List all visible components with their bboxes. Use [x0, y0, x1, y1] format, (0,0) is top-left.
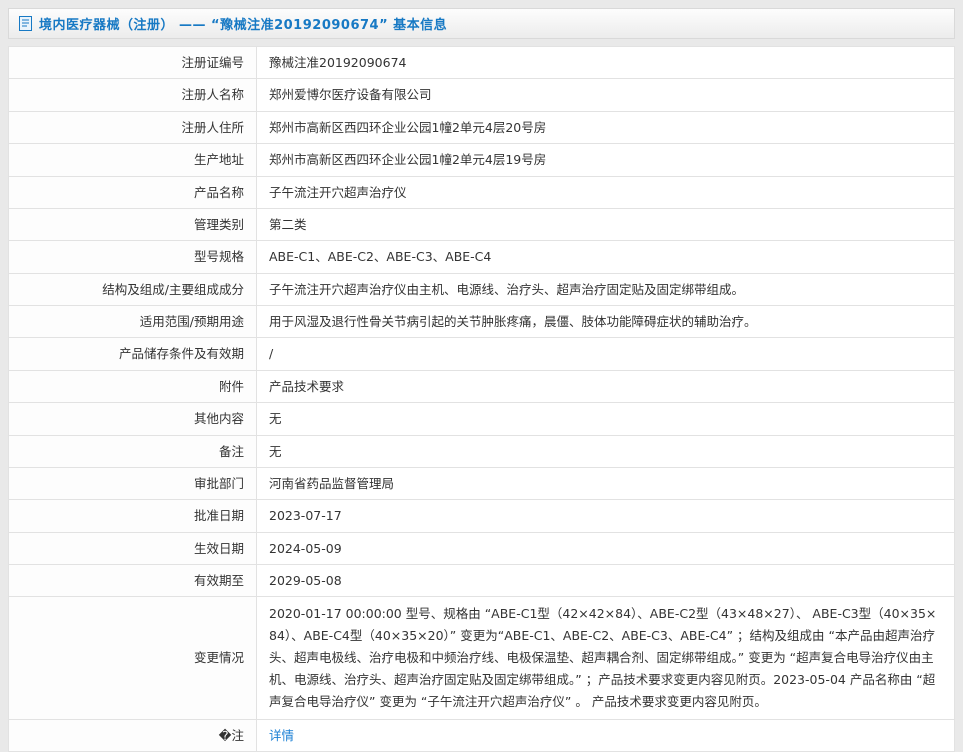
table-row: 其他内容 无 — [9, 403, 955, 435]
row-label: 审批部门 — [9, 467, 257, 499]
row-label: 产品名称 — [9, 176, 257, 208]
table-row: 生产地址 郑州市高新区西四环企业公园1幢2单元4层19号房 — [9, 144, 955, 176]
document-icon — [19, 16, 32, 31]
row-label: 产品储存条件及有效期 — [9, 338, 257, 370]
row-label: 注册证编号 — [9, 47, 257, 79]
page-title: 境内医疗器械（注册） —— “豫械注准20192090674” 基本信息 — [39, 14, 447, 33]
row-value: 河南省药品监督管理局 — [257, 467, 955, 499]
row-label: 生产地址 — [9, 144, 257, 176]
row-label: 适用范围/预期用途 — [9, 306, 257, 338]
table-row: 型号规格 ABE-C1、ABE-C2、ABE-C3、ABE-C4 — [9, 241, 955, 273]
table-row: 备注 无 — [9, 435, 955, 467]
details-link[interactable]: 详情 — [269, 728, 294, 743]
table-row: 结构及组成/主要组成成分 子午流注开穴超声治疗仪由主机、电源线、治疗头、超声治疗… — [9, 273, 955, 305]
table-row: 有效期至 2029-05-08 — [9, 565, 955, 597]
table-row: 生效日期 2024-05-09 — [9, 532, 955, 564]
row-value: 用于风湿及退行性骨关节病引起的关节肿胀疼痛，晨僵、肢体功能障碍症状的辅助治疗。 — [257, 306, 955, 338]
table-row: 附件 产品技术要求 — [9, 370, 955, 402]
table-row: 审批部门 河南省药品监督管理局 — [9, 467, 955, 499]
table-row: 产品储存条件及有效期 / — [9, 338, 955, 370]
row-value: 子午流注开穴超声治疗仪 — [257, 176, 955, 208]
row-label: 备注 — [9, 435, 257, 467]
row-label: 型号规格 — [9, 241, 257, 273]
row-label: 有效期至 — [9, 565, 257, 597]
table-row: �注 详情 — [9, 719, 955, 751]
table-row: 注册人住所 郑州市高新区西四环企业公园1幢2单元4层20号房 — [9, 111, 955, 143]
row-label: �注 — [9, 719, 257, 751]
row-value: 豫械注准20192090674 — [257, 47, 955, 79]
row-label: 结构及组成/主要组成成分 — [9, 273, 257, 305]
row-value: 2029-05-08 — [257, 565, 955, 597]
row-value: / — [257, 338, 955, 370]
row-value: 无 — [257, 403, 955, 435]
page: 境内医疗器械（注册） —— “豫械注准20192090674” 基本信息 注册证… — [0, 0, 963, 658]
row-value: 2024-05-09 — [257, 532, 955, 564]
page-header: 境内医疗器械（注册） —— “豫械注准20192090674” 基本信息 — [8, 8, 955, 39]
table-row: 注册人名称 郑州爱博尔医疗设备有限公司 — [9, 79, 955, 111]
row-label: 其他内容 — [9, 403, 257, 435]
row-value: 2023-07-17 — [257, 500, 955, 532]
row-value: 郑州市高新区西四环企业公园1幢2单元4层19号房 — [257, 144, 955, 176]
row-label: 注册人住所 — [9, 111, 257, 143]
row-label: 生效日期 — [9, 532, 257, 564]
row-value: 第二类 — [257, 208, 955, 240]
row-label: 变更情况 — [9, 597, 257, 719]
row-value: ABE-C1、ABE-C2、ABE-C3、ABE-C4 — [257, 241, 955, 273]
row-value: 无 — [257, 435, 955, 467]
row-label: 批准日期 — [9, 500, 257, 532]
row-value: 子午流注开穴超声治疗仪由主机、电源线、治疗头、超声治疗固定贴及固定绑带组成。 — [257, 273, 955, 305]
row-value: 郑州爱博尔医疗设备有限公司 — [257, 79, 955, 111]
table-row: 管理类别 第二类 — [9, 208, 955, 240]
row-label: 附件 — [9, 370, 257, 402]
table-row: 适用范围/预期用途 用于风湿及退行性骨关节病引起的关节肿胀疼痛，晨僵、肢体功能障… — [9, 306, 955, 338]
row-label: 管理类别 — [9, 208, 257, 240]
table-row: 批准日期 2023-07-17 — [9, 500, 955, 532]
row-label: 注册人名称 — [9, 79, 257, 111]
row-value: 详情 — [257, 719, 955, 751]
row-value: 产品技术要求 — [257, 370, 955, 402]
row-value-changes: 2020-01-17 00:00:00 型号、规格由 “ABE-C1型（42×4… — [257, 597, 955, 719]
info-table: 注册证编号 豫械注准20192090674 注册人名称 郑州爱博尔医疗设备有限公… — [8, 46, 955, 752]
table-row: 注册证编号 豫械注准20192090674 — [9, 47, 955, 79]
table-row: 产品名称 子午流注开穴超声治疗仪 — [9, 176, 955, 208]
table-row: 变更情况 2020-01-17 00:00:00 型号、规格由 “ABE-C1型… — [9, 597, 955, 719]
row-value: 郑州市高新区西四环企业公园1幢2单元4层20号房 — [257, 111, 955, 143]
